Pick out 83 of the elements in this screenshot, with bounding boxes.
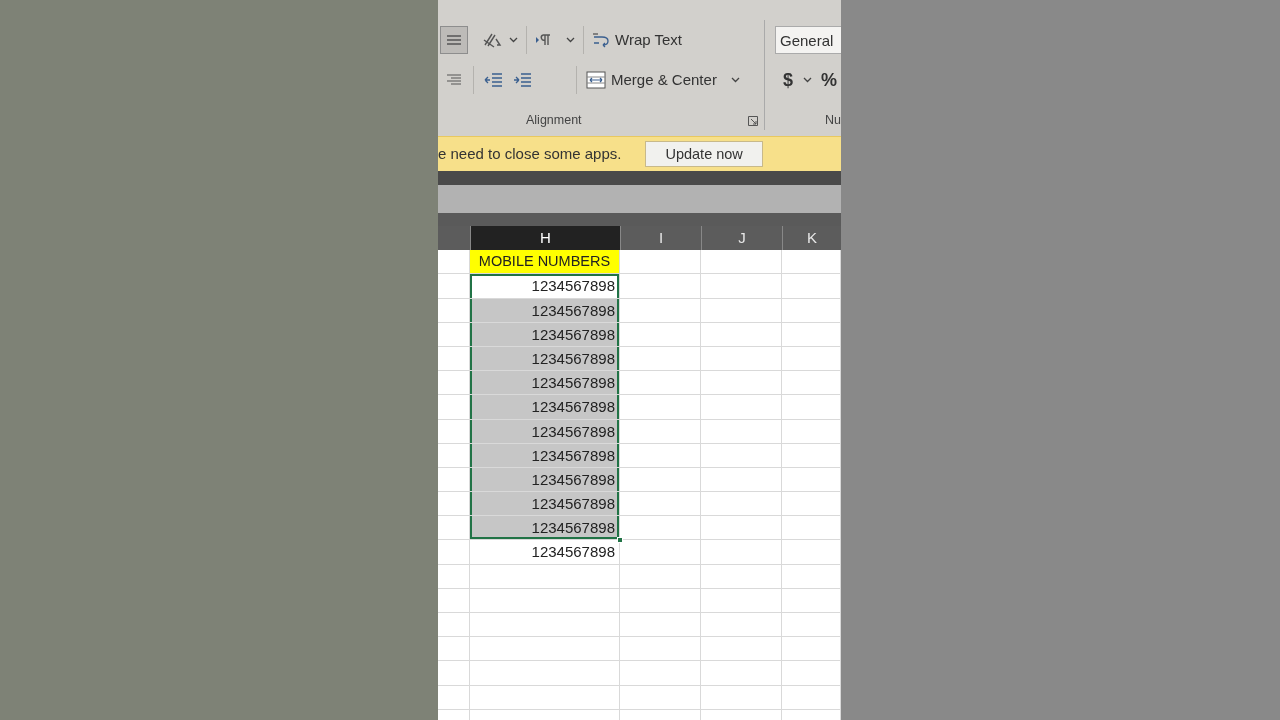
empty-cell[interactable] [701,322,782,347]
empty-cell[interactable] [620,661,701,686]
empty-cell[interactable] [701,564,782,589]
column-header[interactable]: H [470,226,620,251]
row-header[interactable] [438,637,470,662]
table-cell: 1234567898 [470,371,620,396]
align-middle-button[interactable] [440,26,468,54]
empty-cell[interactable] [470,588,620,613]
row-header[interactable] [438,685,470,710]
decrease-indent-icon[interactable] [484,72,502,88]
empty-cell[interactable] [620,540,701,565]
caret-icon[interactable] [509,37,518,43]
empty-cell[interactable] [470,685,620,710]
empty-cell[interactable] [701,492,782,517]
table-cell: 1234567898 [470,322,620,347]
empty-cell[interactable] [701,540,782,565]
wrap-text-icon[interactable] [592,31,610,49]
row-header[interactable] [438,564,470,589]
table-cell: 1234567898 [470,274,620,299]
dialog-launcher-icon[interactable] [748,115,758,126]
merge-cells-icon[interactable] [586,71,606,89]
empty-cell[interactable] [701,443,782,468]
increase-indent-icon[interactable] [513,72,531,88]
table-cell: 1234567898 [470,395,620,420]
table-cell: 1234567898 [470,540,620,565]
empty-cell[interactable] [620,564,701,589]
empty-cell[interactable] [701,661,782,686]
table-cell: 1234567898 [470,516,620,541]
paragraph-direction-icon[interactable] [535,34,551,46]
empty-cell[interactable] [470,613,620,638]
table-cell: 1234567898 [470,298,620,323]
row-header[interactable] [438,661,470,686]
empty-cell[interactable] [701,588,782,613]
row-header[interactable] [438,540,470,565]
empty-cell[interactable] [701,637,782,662]
table-cell: 1234567898 [470,492,620,517]
column-header[interactable]: I [620,226,701,251]
update-now-button[interactable]: Update now [645,141,763,167]
header-cell: MOBILE NUMBERS [470,250,620,275]
empty-cell[interactable] [701,419,782,444]
column-header[interactable]: K [782,226,841,251]
table-cell: 1234567898 [470,419,620,444]
fill-handle[interactable] [617,537,623,544]
empty-cell[interactable] [701,685,782,710]
caret-icon[interactable] [803,77,812,83]
empty-cell[interactable] [701,274,782,299]
notification-message: e need to close some apps. [438,143,622,164]
caret-icon[interactable] [566,37,575,43]
empty-cell[interactable] [620,637,701,662]
row-header[interactable] [438,274,470,299]
group-label: Nu [825,112,841,130]
table-cell: 1234567898 [470,346,620,372]
empty-cell[interactable] [701,613,782,638]
number-format-field[interactable]: General [775,26,841,54]
column-header[interactable]: J [701,226,782,251]
row-header[interactable] [438,588,470,613]
caret-icon[interactable] [730,77,740,83]
table-cell: 1234567898 [470,443,620,468]
empty-cell[interactable] [620,274,701,299]
empty-cell[interactable] [701,298,782,323]
currency-button[interactable]: $ [783,66,793,94]
align-right-icon[interactable] [447,74,461,86]
empty-cell[interactable] [470,564,620,589]
empty-cell[interactable] [470,661,620,686]
corner-header[interactable] [438,226,470,251]
empty-cell[interactable] [470,637,620,662]
empty-cell[interactable] [701,395,782,420]
percent-button[interactable]: % [821,66,838,94]
empty-cell[interactable] [620,613,701,638]
row-header[interactable] [438,613,470,638]
empty-cell[interactable] [701,371,782,396]
group-label: Alignment [526,112,582,130]
empty-cell[interactable] [620,685,701,710]
empty-cell[interactable] [701,346,782,372]
empty-cell[interactable] [701,467,782,493]
empty-cell[interactable] [701,516,782,541]
orientation-icon[interactable] [482,31,502,49]
empty-cell[interactable] [701,250,782,275]
table-cell: 1234567898 [470,467,620,493]
merge-center-button[interactable]: Merge & Center [611,68,717,92]
align-icon [447,34,461,46]
wrap-text-button[interactable]: Wrap Text [615,28,682,52]
empty-cell[interactable] [620,588,701,613]
